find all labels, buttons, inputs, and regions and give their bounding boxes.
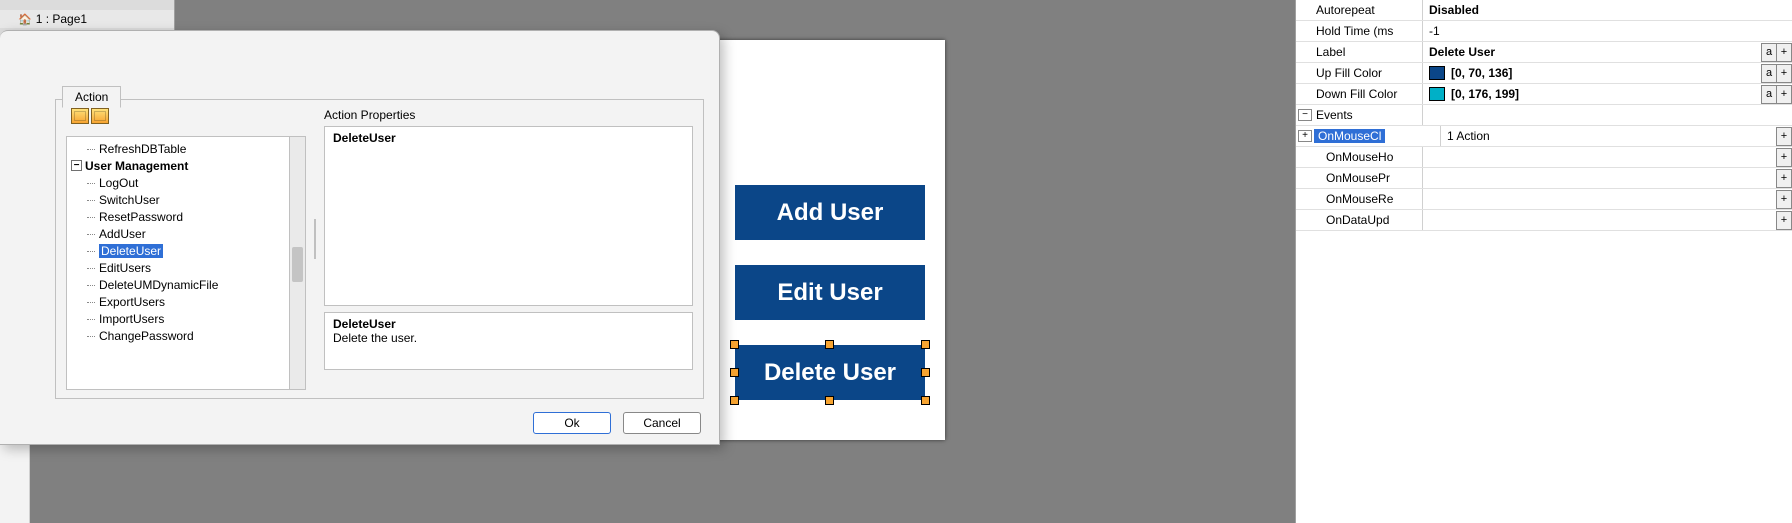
edit-user-button[interactable]: Edit User [735,265,925,320]
resize-handle[interactable] [825,396,834,405]
prop-value[interactable]: 1 Action [1440,126,1777,146]
scrollbar-thumb[interactable] [292,247,303,282]
tree-item[interactable]: LogOut [69,175,303,192]
color-swatch[interactable] [1429,87,1445,101]
action-properties-box[interactable]: DeleteUser [324,126,693,306]
ok-button[interactable]: Ok [533,412,611,434]
prop-plus-button[interactable]: + [1776,148,1792,167]
action-properties-panel: Action Properties DeleteUser DeleteUser … [324,108,693,390]
tree-item[interactable]: ImportUsers [69,311,303,328]
tree-group-user-management[interactable]: −User Management [69,158,303,175]
prop-plus-button[interactable]: + [1776,190,1792,209]
tree-item[interactable]: ChangePassword [69,328,303,345]
prop-plus-button[interactable]: + [1776,169,1792,188]
resize-handle[interactable] [730,368,739,377]
prop-value[interactable]: Disabled [1422,0,1792,20]
property-inspector: Autorepeat Disabled Hold Time (ms -1 Lab… [1295,0,1792,523]
resize-handle[interactable] [730,340,739,349]
prop-value[interactable] [1422,210,1777,230]
prop-value[interactable] [1422,189,1777,209]
tree-item[interactable]: AddUser [69,226,303,243]
prop-plus-button[interactable]: + [1776,85,1792,104]
resize-handle[interactable] [921,396,930,405]
prop-key: OnMouseCl [1314,129,1385,143]
prop-key: Up Fill Color [1314,66,1422,80]
collapse-icon[interactable]: − [1298,109,1312,121]
tree-item[interactable]: ExportUsers [69,294,303,311]
scrollbar[interactable] [289,137,305,389]
resize-handle[interactable] [825,340,834,349]
prop-key: OnDataUpd [1314,213,1422,227]
prop-row-holdtime[interactable]: Hold Time (ms -1 [1296,21,1792,42]
prop-key: Hold Time (ms [1314,24,1422,38]
color-value-text: [0, 70, 136] [1451,63,1512,84]
prop-row-ondataupdate[interactable]: OnDataUpd + [1296,210,1792,231]
resize-handle[interactable] [921,368,930,377]
prop-value[interactable]: -1 [1422,21,1792,41]
prop-row-label[interactable]: Label Delete User a + [1296,42,1792,63]
action-tree-panel: RefreshDBTable−User ManagementLogOutSwit… [66,136,306,390]
delete-user-button[interactable]: Delete User [735,345,925,400]
add-user-button[interactable]: Add User [735,185,925,240]
tree-toolbar [71,108,109,124]
prop-key: OnMousePr [1314,171,1422,185]
action-description-box: DeleteUser Delete the user. [324,312,693,370]
prop-key: OnMouseHo [1314,150,1422,164]
splitter-handle[interactable] [314,219,320,259]
cancel-button[interactable]: Cancel [623,412,701,434]
color-swatch[interactable] [1429,66,1445,80]
expand-icon[interactable]: + [1298,130,1312,142]
collapse-icon[interactable]: − [71,160,82,171]
tree-item[interactable]: DeleteUMDynamicFile [69,277,303,294]
action-description-title: DeleteUser [333,317,684,331]
tree-item[interactable]: SwitchUser [69,192,303,209]
prop-row-onmousehover[interactable]: OnMouseHo + [1296,147,1792,168]
action-properties-title: Action Properties [324,108,693,122]
page-tree-label: 1 : Page1 [36,12,87,26]
collapse-tree-icon[interactable] [91,108,109,124]
prop-key: Events [1314,108,1422,122]
prop-value[interactable]: Delete User [1422,42,1762,62]
prop-plus-button[interactable]: + [1776,211,1792,230]
page-tree-item[interactable]: 🏠 1 : Page1 [0,10,174,28]
prop-key: Label [1314,45,1422,59]
resize-handle[interactable] [730,396,739,405]
prop-row-autorepeat[interactable]: Autorepeat Disabled [1296,0,1792,21]
prop-a-button[interactable]: a [1761,85,1777,104]
prop-row-events[interactable]: − Events [1296,105,1792,126]
prop-plus-button[interactable]: + [1776,43,1792,62]
action-tree[interactable]: RefreshDBTable−User ManagementLogOutSwit… [67,137,305,349]
tree-item[interactable]: RefreshDBTable [69,141,303,158]
prop-value[interactable]: [0, 70, 136] [1422,63,1762,83]
tree-item[interactable]: DeleteUser [69,243,303,260]
prop-row-upfillcolor[interactable]: Up Fill Color [0, 70, 136] a + [1296,63,1792,84]
dialog-body: RefreshDBTable−User ManagementLogOutSwit… [55,99,704,399]
action-description-text: Delete the user. [333,331,684,345]
selection-handles [735,345,925,400]
prop-row-onmousepress[interactable]: OnMousePr + [1296,168,1792,189]
prop-value[interactable] [1422,168,1777,188]
prop-value[interactable] [1422,147,1777,167]
action-dialog: Action RefreshDBTable−User ManagementLog… [0,30,720,445]
tree-item[interactable]: EditUsers [69,260,303,277]
tree-item[interactable]: ResetPassword [69,209,303,226]
resize-handle[interactable] [921,340,930,349]
prop-key: Autorepeat [1314,3,1422,17]
prop-value[interactable]: [0, 176, 199] [1422,84,1762,104]
expand-tree-icon[interactable] [71,108,89,124]
prop-value [1422,105,1792,125]
home-icon: 🏠 [18,13,32,26]
tab-action[interactable]: Action [62,86,121,108]
color-value-text: [0, 176, 199] [1451,84,1519,105]
prop-key: OnMouseRe [1314,192,1422,206]
prop-a-button[interactable]: a [1761,64,1777,83]
prop-a-button[interactable]: a [1761,43,1777,62]
prop-key: Down Fill Color [1314,87,1422,101]
prop-plus-button[interactable]: + [1776,127,1792,146]
prop-row-downfillcolor[interactable]: Down Fill Color [0, 176, 199] a + [1296,84,1792,105]
prop-row-onmouserelease[interactable]: OnMouseRe + [1296,189,1792,210]
prop-row-onmouseclick[interactable]: + OnMouseCl 1 Action + [1296,126,1792,147]
prop-plus-button[interactable]: + [1776,64,1792,83]
